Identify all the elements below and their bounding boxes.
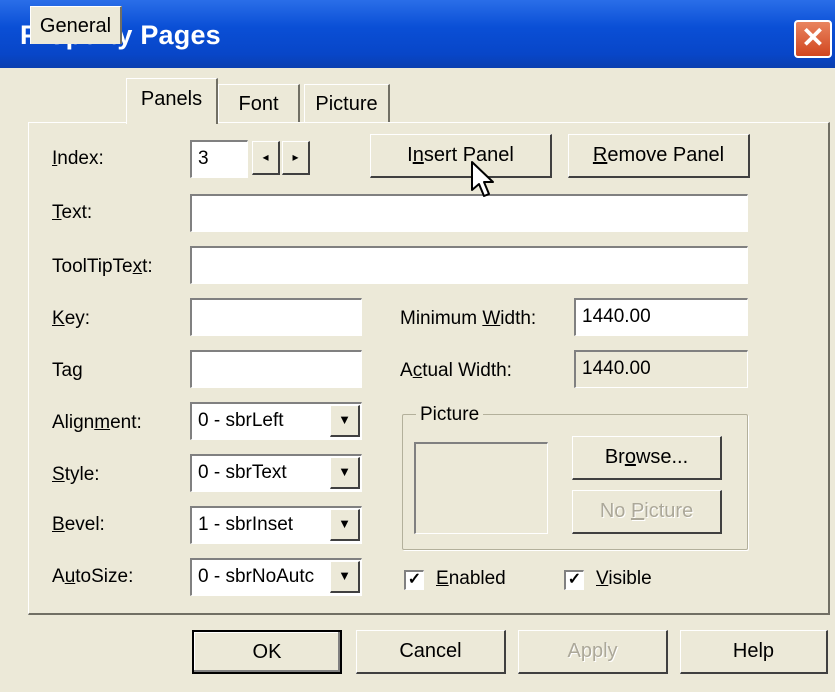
tag-field[interactable]: [190, 350, 362, 388]
minimum-width-label: Minimum Width:: [400, 308, 537, 329]
spin-left-icon[interactable]: ◂: [252, 141, 280, 175]
autosize-select[interactable]: 0 - sbrNoAutc ▼: [190, 558, 362, 596]
alignment-select[interactable]: 0 - sbrLeft ▼: [190, 402, 362, 440]
text-label: Text:: [52, 202, 93, 223]
tab-general[interactable]: General: [30, 6, 122, 44]
style-value: 0 - sbrText: [198, 462, 287, 483]
text-field[interactable]: [190, 194, 748, 232]
spin-right-icon[interactable]: ▸: [282, 141, 310, 175]
minimum-width-field[interactable]: 1440.00: [574, 298, 748, 336]
alignment-value: 0 - sbrLeft: [198, 410, 284, 431]
picture-preview: [414, 442, 548, 534]
actual-width-field: 1440.00: [574, 350, 748, 388]
mouse-cursor-icon: [471, 161, 494, 197]
actual-width-label: Actual Width:: [400, 360, 512, 381]
insert-panel-button[interactable]: Insert Panel: [370, 134, 552, 178]
style-select[interactable]: 0 - sbrText ▼: [190, 454, 362, 492]
chevron-down-icon[interactable]: ▼: [330, 509, 360, 541]
alignment-label: Alignment:: [52, 412, 142, 433]
title-bar[interactable]: Property Pages ✕: [0, 0, 835, 68]
remove-panel-button[interactable]: Remove Panel: [568, 134, 750, 178]
apply-button[interactable]: Apply: [518, 630, 668, 674]
bevel-select[interactable]: 1 - sbrInset ▼: [190, 506, 362, 544]
style-label: Style:: [52, 464, 100, 485]
tab-panels[interactable]: Panels: [126, 78, 218, 124]
autosize-label: AutoSize:: [52, 566, 134, 587]
index-label: Index:: [52, 148, 104, 169]
chevron-down-icon[interactable]: ▼: [330, 561, 360, 593]
chevron-down-icon[interactable]: ▼: [330, 405, 360, 437]
visible-label: Visible: [596, 568, 652, 589]
enabled-label: Enabled: [436, 568, 506, 589]
property-pages-dialog: Property Pages ✕ General Panels Font Pic…: [0, 0, 835, 692]
enabled-checkbox[interactable]: ✓: [404, 570, 424, 590]
ok-button[interactable]: OK: [192, 630, 342, 674]
tooltiptext-field[interactable]: [190, 246, 748, 284]
tab-font[interactable]: Font: [218, 84, 300, 122]
help-button[interactable]: Help: [680, 630, 828, 674]
picture-group-label: Picture: [416, 404, 484, 426]
visible-checkbox[interactable]: ✓: [564, 570, 584, 590]
key-label: Key:: [52, 308, 91, 329]
tag-label: Tag: [52, 360, 83, 381]
bevel-value: 1 - sbrInset: [198, 514, 294, 535]
chevron-down-icon[interactable]: ▼: [330, 457, 360, 489]
close-icon[interactable]: ✕: [794, 20, 832, 58]
tooltiptext-label: ToolTipText:: [52, 256, 153, 277]
tab-picture[interactable]: Picture: [304, 84, 390, 122]
autosize-value: 0 - sbrNoAutc: [198, 566, 315, 587]
key-field[interactable]: [190, 298, 362, 336]
no-picture-button[interactable]: No Picture: [572, 490, 722, 534]
browse-button[interactable]: Browse...: [572, 436, 722, 480]
bevel-label: Bevel:: [52, 514, 105, 535]
index-field[interactable]: 3: [190, 140, 248, 178]
cancel-button[interactable]: Cancel: [356, 630, 506, 674]
